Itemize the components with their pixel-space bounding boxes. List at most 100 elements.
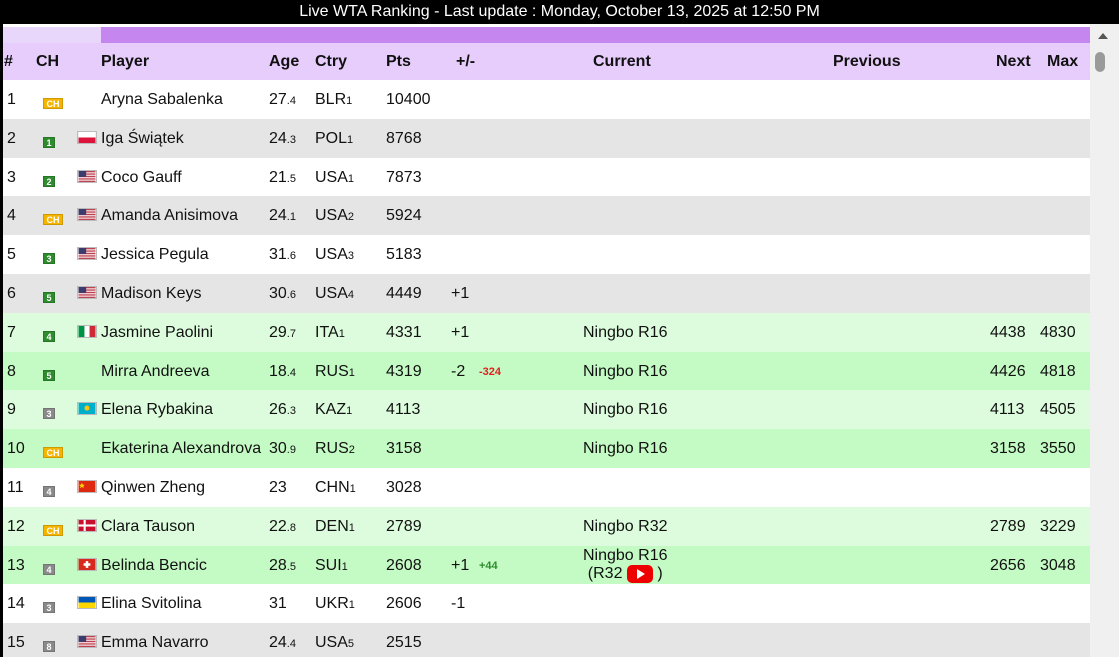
country-code: USA (315, 246, 348, 264)
flag-ukr-icon (77, 596, 97, 614)
country: ITA1 (315, 324, 345, 342)
youtube-play-icon[interactable] (626, 564, 653, 583)
current-tournament[interactable]: Ningbo R16 (583, 363, 668, 381)
country-rank: 2 (347, 211, 355, 224)
rank: 15 (7, 634, 25, 652)
ch-badge-label: CH (43, 98, 63, 109)
age-years: 27 (269, 91, 287, 108)
country: UKR1 (315, 595, 355, 613)
current-tournament-label: Ningbo R16 (583, 546, 668, 564)
rank: 11 (7, 479, 24, 496)
current-tournament[interactable]: Ningbo R16 (583, 440, 668, 458)
ch-badge-label: 2 (43, 175, 55, 187)
player-name[interactable]: Qinwen Zheng (101, 479, 205, 497)
player-name[interactable]: Emma Navarro (101, 634, 209, 652)
player-name[interactable]: Belinda Bencic (101, 557, 207, 575)
current-tournament[interactable]: Ningbo R16 (R32 ) (583, 547, 668, 583)
player-name[interactable]: Elena Rybakina (101, 401, 213, 419)
header-strip (3, 27, 1090, 43)
country-rank: 1 (347, 133, 354, 146)
scroll-up-arrow-icon[interactable] (1095, 28, 1111, 44)
table-row[interactable]: 8 5 Mirra Andreeva 18.4 RUS1 4319 -2 -324 Ningbo… (3, 351, 1090, 391)
country-rank: 1 (341, 560, 348, 573)
age-years: 24 (269, 634, 287, 652)
age-decimal: .3 (286, 133, 296, 146)
rank: 6 (7, 285, 16, 302)
age: 29.7 (269, 324, 296, 342)
country-code: SUI (315, 556, 342, 574)
age-years: 28 (269, 556, 287, 574)
col-ctry[interactable]: Ctry (315, 53, 347, 71)
table-row[interactable]: 6 5 Madison Keys 30.6 USA4 4449 +1 (3, 274, 1090, 313)
flag-usa-icon (77, 635, 97, 653)
flag-usa-icon (77, 247, 97, 265)
col-age[interactable]: Age (269, 53, 299, 71)
col-pts[interactable]: Pts (386, 53, 411, 71)
player-name[interactable]: Aryna Sabalenka (101, 91, 223, 109)
table-row[interactable]: 12 CH Clara Tauson 22.8 DEN1 2789 Ningbo R32 27… (3, 506, 1090, 546)
table-row[interactable]: 4 CH Amanda Anisimova 24.1 USA2 5924 (3, 196, 1090, 236)
ch-badge: 4 (43, 560, 55, 578)
ch-badge-label: 8 (43, 641, 55, 653)
col-player[interactable]: Player (101, 53, 149, 71)
table-row[interactable]: 2 1 Iga Świątek 24.3 POL1 8768 (3, 118, 1090, 158)
age-years: 31 (269, 595, 287, 613)
rank: 13 (7, 556, 25, 574)
col-previous[interactable]: Previous (833, 53, 901, 71)
player-name[interactable]: Mirra Andreeva (101, 363, 210, 381)
current-tournament[interactable]: Ningbo R16 (583, 401, 668, 419)
player-name[interactable]: Iga Świątek (101, 130, 184, 148)
current-tournament[interactable]: Ningbo R32 (583, 518, 668, 536)
table-row[interactable]: 10 CH Ekaterina Alexandrova 30.9 RUS2 3158 Nin… (3, 429, 1090, 469)
ch-badge: 5 (43, 366, 55, 384)
age-decimal: .6 (286, 289, 296, 301)
ch-badge: CH (43, 521, 63, 539)
player-name[interactable]: Clara Tauson (101, 518, 195, 536)
col-current[interactable]: Current (593, 53, 651, 71)
player-name[interactable]: Madison Keys (101, 285, 202, 303)
age: 27.4 (269, 91, 296, 109)
col-diff[interactable]: +/- (456, 53, 475, 71)
current-tournament[interactable]: Ningbo R16 (583, 324, 668, 342)
country-code: BLR (315, 91, 347, 108)
table-row[interactable]: 9 3 Elena Rybakina 26.3 KAZ1 4113 Ningbo R16 41… (3, 390, 1090, 430)
table-row[interactable]: 11 4 Qinwen Zheng 23 CHN1 3028 (3, 468, 1090, 507)
country-rank: 5 (347, 638, 355, 651)
table-row[interactable]: 14 3 Elina Svitolina 31 UKR1 2606 -1 (3, 584, 1090, 624)
country-code: POL (315, 129, 348, 147)
max-points: 3229 (1040, 517, 1076, 535)
points-change: +44 (479, 559, 498, 572)
player-name[interactable]: Jessica Pegula (101, 246, 209, 264)
country-code: KAZ (315, 401, 347, 419)
country-code: ITA (315, 323, 339, 341)
table-row[interactable]: 7 4 Jasmine Paolini 29.7 ITA1 4331 +1 Ningbo R1… (3, 312, 1090, 352)
points: 2789 (386, 517, 422, 535)
table-row[interactable]: 1 CH Aryna Sabalenka 27.4 BLR1 10400 (3, 80, 1090, 119)
col-max[interactable]: Max (1047, 53, 1078, 71)
player-name[interactable]: Jasmine Paolini (101, 324, 213, 342)
age: 31 (269, 595, 287, 613)
next-points: 4113 (990, 401, 1025, 419)
col-rank[interactable]: # (4, 53, 13, 71)
player-name[interactable]: Coco Gauff (101, 169, 182, 187)
col-next[interactable]: Next (996, 53, 1031, 71)
table-row[interactable]: 13 4 Belinda Bencic 28.5 SUI1 2608 +1 +44 Ningbo… (3, 545, 1090, 585)
table-row[interactable]: 5 3 Jessica Pegula 31.6 USA3 5183 (3, 235, 1090, 275)
ch-badge-label: 1 (43, 136, 55, 148)
ch-badge: CH (43, 443, 63, 461)
points: 4331 (386, 323, 422, 341)
player-name[interactable]: Ekaterina Alexandrova (101, 440, 261, 458)
scroll-thumb[interactable] (1095, 52, 1105, 72)
table-row[interactable]: 3 2 Coco Gauff 21.5 USA1 7873 (3, 157, 1090, 197)
player-name[interactable]: Amanda Anisimova (101, 207, 238, 225)
player-name[interactable]: Elina Svitolina (101, 595, 202, 613)
vertical-scrollbar[interactable] (1090, 24, 1119, 657)
table-row[interactable]: 15 8 Emma Navarro 24.4 USA5 2515 (3, 623, 1090, 657)
points: 4319 (386, 362, 422, 380)
age: 23 (269, 479, 287, 497)
col-ch[interactable]: CH (36, 53, 59, 71)
flag-ita-icon (77, 324, 97, 343)
next-points: 4438 (990, 323, 1026, 341)
points: 2606 (386, 595, 422, 613)
ch-badge: 4 (43, 482, 55, 500)
